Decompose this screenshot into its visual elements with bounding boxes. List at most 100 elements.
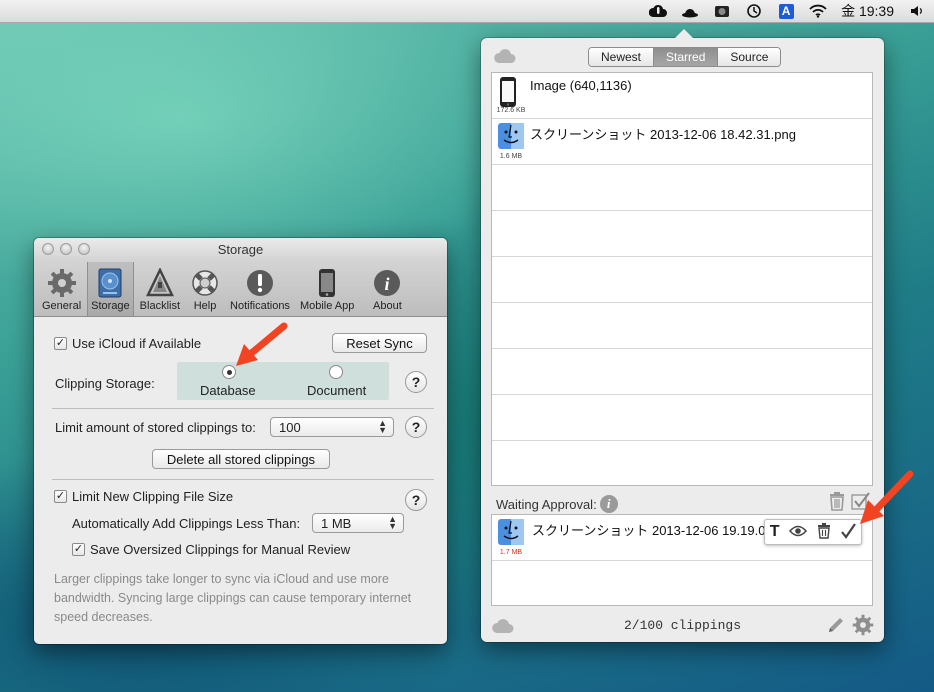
volume-icon[interactable] bbox=[908, 3, 926, 19]
clippings-panel: Newest Starred Source 172.6 KB Image (64… bbox=[481, 29, 884, 642]
empty-row bbox=[492, 441, 872, 485]
segment-starred[interactable]: Starred bbox=[654, 48, 719, 66]
file-size-help-button[interactable]: ? bbox=[405, 489, 427, 511]
wifi-icon[interactable] bbox=[809, 3, 827, 19]
tab-label: Help bbox=[193, 300, 217, 312]
limit-help-button[interactable]: ? bbox=[405, 416, 427, 438]
preferences-toolbar: General Storage Blacklist Help Notificat… bbox=[34, 260, 447, 317]
limit-file-size-checkbox[interactable]: ✓ Limit New Clipping File Size bbox=[54, 489, 233, 504]
waiting-approval-label: Waiting Approval: bbox=[496, 496, 597, 512]
divider bbox=[52, 479, 434, 480]
use-icloud-checkbox[interactable]: ✓ Use iCloud if Available bbox=[54, 336, 201, 351]
storage-help-button[interactable]: ? bbox=[405, 371, 427, 393]
auto-add-label: Automatically Add Clippings Less Than: bbox=[72, 516, 301, 531]
finder-icon bbox=[498, 519, 524, 549]
time-machine-icon[interactable] bbox=[745, 3, 763, 19]
checkbox-box[interactable]: ✓ bbox=[54, 337, 67, 350]
checkbox-box[interactable]: ✓ bbox=[54, 490, 67, 503]
info-icon[interactable]: i bbox=[599, 495, 618, 513]
segment-newest[interactable]: Newest bbox=[589, 48, 655, 66]
text-format-icon[interactable]: T bbox=[770, 523, 780, 541]
clipping-size: 1.6 MB bbox=[499, 153, 523, 160]
tab-label: Blacklist bbox=[139, 300, 181, 312]
save-oversized-checkbox[interactable]: ✓ Save Oversized Clippings for Manual Re… bbox=[72, 542, 350, 557]
exclamation-icon bbox=[245, 268, 275, 298]
clipping-storage-label: Clipping Storage: bbox=[55, 376, 155, 391]
checkbox-box[interactable]: ✓ bbox=[72, 543, 85, 556]
camera-icon[interactable] bbox=[713, 3, 731, 19]
clippings-filter-segmented-control: Newest Starred Source bbox=[588, 47, 782, 67]
waiting-approval-header: Waiting Approval: i bbox=[496, 495, 618, 513]
clipping-title: スクリーンショット 2013-12-06 18.42.31.png bbox=[530, 127, 796, 142]
eye-icon[interactable] bbox=[789, 525, 808, 540]
cloud-icon[interactable] bbox=[493, 48, 517, 67]
empty-row bbox=[492, 165, 872, 211]
clippings-list[interactable]: 172.6 KB Image (640,1136) 1.6 MB スクリーンショ… bbox=[491, 72, 873, 486]
list-item[interactable]: 1.6 MB スクリーンショット 2013-12-06 18.42.31.png bbox=[492, 119, 872, 165]
empty-row bbox=[492, 211, 872, 257]
trash-all-icon[interactable] bbox=[828, 491, 846, 514]
bowler-hat-icon[interactable] bbox=[681, 3, 699, 19]
iphone-icon bbox=[498, 77, 522, 107]
trash-icon[interactable] bbox=[817, 522, 831, 542]
tab-label: Storage bbox=[91, 300, 130, 312]
pending-actions-toolbar: T bbox=[764, 519, 862, 545]
tab-about[interactable]: i About bbox=[368, 262, 406, 316]
limit-file-size-label: Limit New Clipping File Size bbox=[72, 489, 234, 504]
document-radio-label: Document bbox=[307, 383, 367, 398]
segment-source[interactable]: Source bbox=[718, 48, 781, 66]
panel-footer: 2/100 clippings bbox=[481, 613, 884, 639]
clippings-count: 2/100 clippings bbox=[623, 618, 742, 633]
finder-icon bbox=[498, 123, 524, 153]
window-title: Storage bbox=[217, 242, 264, 257]
clipping-title: Image (640,1136) bbox=[530, 78, 632, 93]
tab-notifications[interactable]: Notifications bbox=[226, 262, 294, 316]
pending-approval-list[interactable]: 1.7 MB スクリーンショット 2013-12-06 19.19.0 T bbox=[491, 514, 873, 606]
limit-clippings-label: Limit amount of stored clippings to: bbox=[55, 420, 256, 435]
empty-row bbox=[492, 303, 872, 349]
annotation-arrow-icon bbox=[860, 470, 914, 524]
info-icon: i bbox=[372, 268, 402, 298]
gear-icon[interactable] bbox=[852, 614, 874, 639]
document-radio[interactable] bbox=[329, 365, 343, 379]
menu-bar-clock[interactable]: 金 19:39 bbox=[841, 1, 894, 21]
tab-label: Notifications bbox=[230, 300, 290, 312]
database-radio-label: Database bbox=[200, 383, 256, 398]
tab-help[interactable]: Help bbox=[186, 262, 224, 316]
input-method-icon[interactable]: A bbox=[777, 3, 795, 19]
tab-label: About bbox=[373, 300, 402, 312]
storage-preferences-window: Storage General Storage Blacklist Help N… bbox=[34, 238, 447, 644]
delete-all-clippings-button[interactable]: Delete all stored clippings bbox=[152, 449, 330, 469]
pencil-icon[interactable] bbox=[826, 615, 846, 638]
limit-clippings-select[interactable]: 100 ▲ ▼ bbox=[270, 417, 394, 437]
reset-sync-button[interactable]: Reset Sync bbox=[332, 333, 427, 353]
lifebuoy-icon bbox=[190, 268, 220, 298]
save-oversized-label: Save Oversized Clippings for Manual Revi… bbox=[90, 542, 351, 557]
list-item[interactable]: 172.6 KB Image (640,1136) bbox=[492, 73, 872, 119]
sync-size-note: Larger clippings take longer to sync via… bbox=[54, 572, 412, 624]
svg-text:i: i bbox=[385, 274, 390, 294]
blacklist-icon bbox=[145, 268, 175, 298]
list-item[interactable]: 1.7 MB スクリーンショット 2013-12-06 19.19.0 T bbox=[492, 515, 872, 561]
tab-mobile-app[interactable]: Mobile App bbox=[296, 262, 358, 316]
divider bbox=[52, 408, 434, 409]
auto-add-size-select[interactable]: 1 MB ▲ ▼ bbox=[312, 513, 404, 533]
tab-label: General bbox=[42, 300, 82, 312]
annotation-arrow-icon bbox=[236, 322, 288, 366]
iphone-icon bbox=[312, 268, 342, 298]
menu-bar-extras: A 金 19:39 bbox=[649, 0, 926, 22]
empty-row bbox=[492, 349, 872, 395]
updown-arrows-icon: ▲ ▼ bbox=[388, 514, 397, 531]
auto-add-size-value: 1 MB bbox=[321, 515, 352, 531]
tab-label: Mobile App bbox=[299, 300, 355, 312]
clip-cloud-menu-icon[interactable] bbox=[649, 3, 668, 19]
gear-icon bbox=[47, 268, 77, 298]
menu-bar: A 金 19:39 bbox=[0, 0, 934, 23]
updown-arrows-icon: ▲ ▼ bbox=[378, 418, 387, 435]
tab-blacklist[interactable]: Blacklist bbox=[136, 262, 184, 316]
tab-storage[interactable]: Storage bbox=[87, 262, 134, 316]
tab-general[interactable]: General bbox=[38, 262, 85, 316]
pending-clipping-size: 1.7 MB bbox=[499, 549, 523, 556]
window-titlebar[interactable]: Storage bbox=[34, 238, 447, 260]
empty-row bbox=[492, 257, 872, 303]
